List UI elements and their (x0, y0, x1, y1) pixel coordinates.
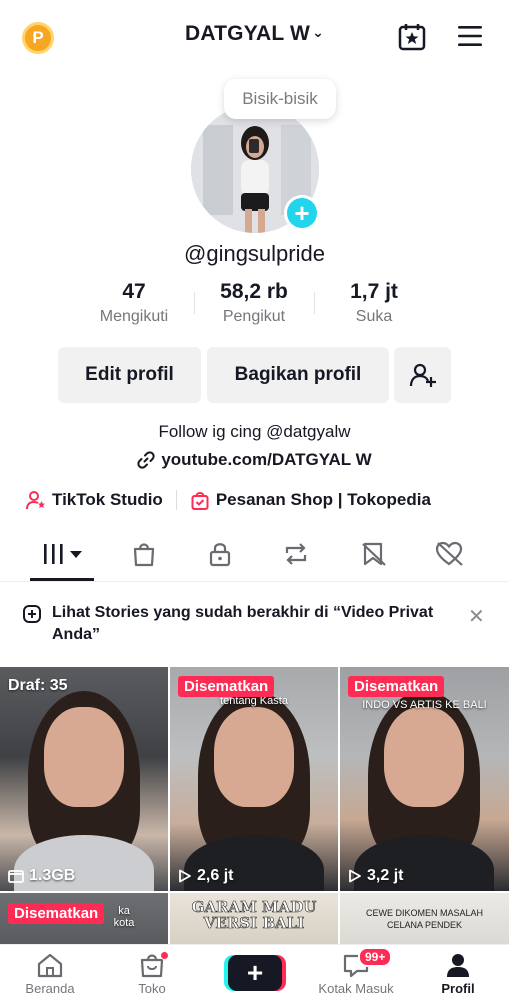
nav-profile[interactable]: Profil (418, 951, 498, 996)
inbox-icon: 99+ (316, 947, 396, 979)
video-thumbnail[interactable]: RAH DI INDO VS ARTIS KE BALI Disematkan … (340, 667, 509, 891)
tab-private[interactable] (200, 538, 240, 570)
stories-notice-text: Lihat Stories yang sudah berakhir di “Vi… (52, 604, 434, 643)
video-grid: Draf: 35 1.3GB anya tentang Kasta Disema… (0, 667, 509, 947)
shop-icon (112, 951, 192, 979)
video-size: 1.3GB (8, 867, 75, 885)
play-icon (349, 869, 361, 883)
profile-link-text: youtube.com/DATGYAL W (161, 450, 372, 469)
pinned-badge: Disematkan (8, 903, 105, 924)
profile-stats: 47 Mengikuti 58,2 rb Pengikut 1,7 jt Suk… (0, 280, 509, 330)
nav-inbox[interactable]: 99+ Kotak Masuk (316, 947, 396, 996)
add-friends-button[interactable] (394, 347, 451, 403)
order-bag-icon (190, 490, 210, 510)
drafts-label: Draf: 35 (8, 677, 68, 694)
content-tabs (0, 530, 509, 582)
tab-liked[interactable] (430, 538, 470, 570)
tiktok-studio-label: TikTok Studio (52, 490, 163, 509)
calendar-star-icon[interactable] (397, 22, 427, 52)
add-story-icon (23, 605, 41, 623)
divider (175, 490, 177, 510)
studio-user-icon (26, 490, 46, 510)
chevron-down-icon: ⌄ (312, 24, 325, 40)
stat-followers[interactable]: 58,2 rb Pengikut (184, 280, 324, 326)
video-banner-text: GARAM MADU VERSI BALI (191, 898, 317, 932)
shop-bag-icon (133, 543, 155, 567)
create-button[interactable]: + (228, 955, 282, 991)
tab-favorites[interactable] (354, 538, 394, 570)
inbox-badge: 99+ (358, 947, 393, 967)
liked-icon (435, 541, 463, 566)
active-tab-indicator (30, 578, 94, 581)
nav-home-label: Beranda (25, 981, 75, 996)
add-user-icon (409, 363, 436, 387)
nav-shop[interactable]: Toko (112, 951, 192, 996)
profile-handle: @gingsulpride (184, 241, 325, 266)
thumbnail-art (214, 707, 294, 807)
profile-icon (418, 951, 498, 979)
account-switcher[interactable]: DATGYAL W ⌄ (0, 22, 509, 46)
lock-icon (209, 543, 231, 567)
share-profile-button[interactable]: Bagikan profil (207, 347, 389, 403)
video-thumbnail[interactable]: CEWE DIKOMEN MASALAH CELANA PENDEK (340, 893, 509, 947)
video-caption: CEWE DIKOMEN MASALAH CELANA PENDEK (365, 908, 484, 930)
home-icon (10, 951, 90, 979)
video-views: 3,2 jt (348, 867, 403, 885)
stories-notice[interactable]: Lihat Stories yang sudah berakhir di “Vi… (0, 596, 509, 656)
video-thumbnail[interactable]: ka kota Disematkan (0, 893, 168, 947)
stat-value: 47 (122, 280, 146, 303)
repost-icon (285, 543, 307, 565)
profile-bio: Follow ig cing @datgyalw (158, 422, 351, 441)
tab-videos[interactable] (40, 538, 86, 570)
tab-reposts[interactable] (276, 538, 316, 570)
stat-likes[interactable]: 1,7 jt Suka (304, 280, 444, 326)
shop-orders-label: Pesanan Shop | Tokopedia (215, 490, 431, 509)
tab-shop[interactable] (124, 538, 164, 570)
notification-dot (160, 951, 169, 960)
tiktok-studio-link[interactable]: TikTok Studio (26, 490, 163, 510)
folder-icon (8, 870, 24, 883)
view-count: 3,2 jt (367, 867, 404, 884)
video-views: 2,6 jt (178, 867, 233, 885)
shop-orders-link[interactable]: Pesanan Shop | Tokopedia (190, 490, 431, 510)
video-thumbnail[interactable]: GARAM MADU VERSI BALI (170, 893, 338, 947)
stat-value: 58,2 rb (220, 280, 288, 303)
video-thumbnail-drafts[interactable]: Draf: 35 1.3GB (0, 667, 168, 891)
video-thumbnail[interactable]: anya tentang Kasta Disematkan 2,6 jt (170, 667, 338, 891)
stat-label: Pengikut (222, 308, 286, 325)
account-name: DATGYAL W (184, 22, 311, 45)
nav-inbox-label: Kotak Masuk (318, 981, 394, 996)
link-icon (137, 451, 155, 469)
creator-tools: TikTok Studio Pesanan Shop | Tokopedia (26, 488, 431, 512)
favorites-icon (362, 542, 386, 566)
close-icon[interactable]: ✕ (468, 604, 485, 629)
nav-shop-label: Toko (138, 981, 166, 996)
thumbnail-art (384, 707, 464, 807)
stat-following[interactable]: 47 Mengikuti (64, 280, 204, 326)
play-icon (179, 869, 191, 883)
video-size-text: 1.3GB (29, 867, 76, 884)
nav-profile-label: Profil (441, 981, 475, 996)
thumbnail-art (44, 707, 124, 807)
add-story-button[interactable]: + (284, 195, 320, 231)
top-bar: P DATGYAL W ⌄ (0, 0, 509, 76)
bottom-navigation: Beranda Toko + 99+ Kotak Masuk Profil (0, 944, 509, 1000)
stat-label: Mengikuti (99, 308, 169, 325)
profile-link[interactable]: youtube.com/DATGYAL W (0, 450, 509, 470)
stat-label: Suka (355, 308, 393, 325)
videos-grid-icon (44, 544, 82, 564)
edit-profile-button[interactable]: Edit profil (58, 347, 201, 403)
menu-icon[interactable] (456, 24, 484, 48)
note-bubble[interactable]: Bisik-bisik (224, 79, 336, 119)
pinned-badge: Disematkan (178, 676, 275, 697)
view-count: 2,6 jt (197, 867, 234, 884)
stat-value: 1,7 jt (350, 280, 398, 303)
pinned-badge: Disematkan (348, 676, 445, 697)
note-bubble-text: Bisik-bisik (242, 89, 318, 108)
nav-home[interactable]: Beranda (10, 951, 90, 996)
